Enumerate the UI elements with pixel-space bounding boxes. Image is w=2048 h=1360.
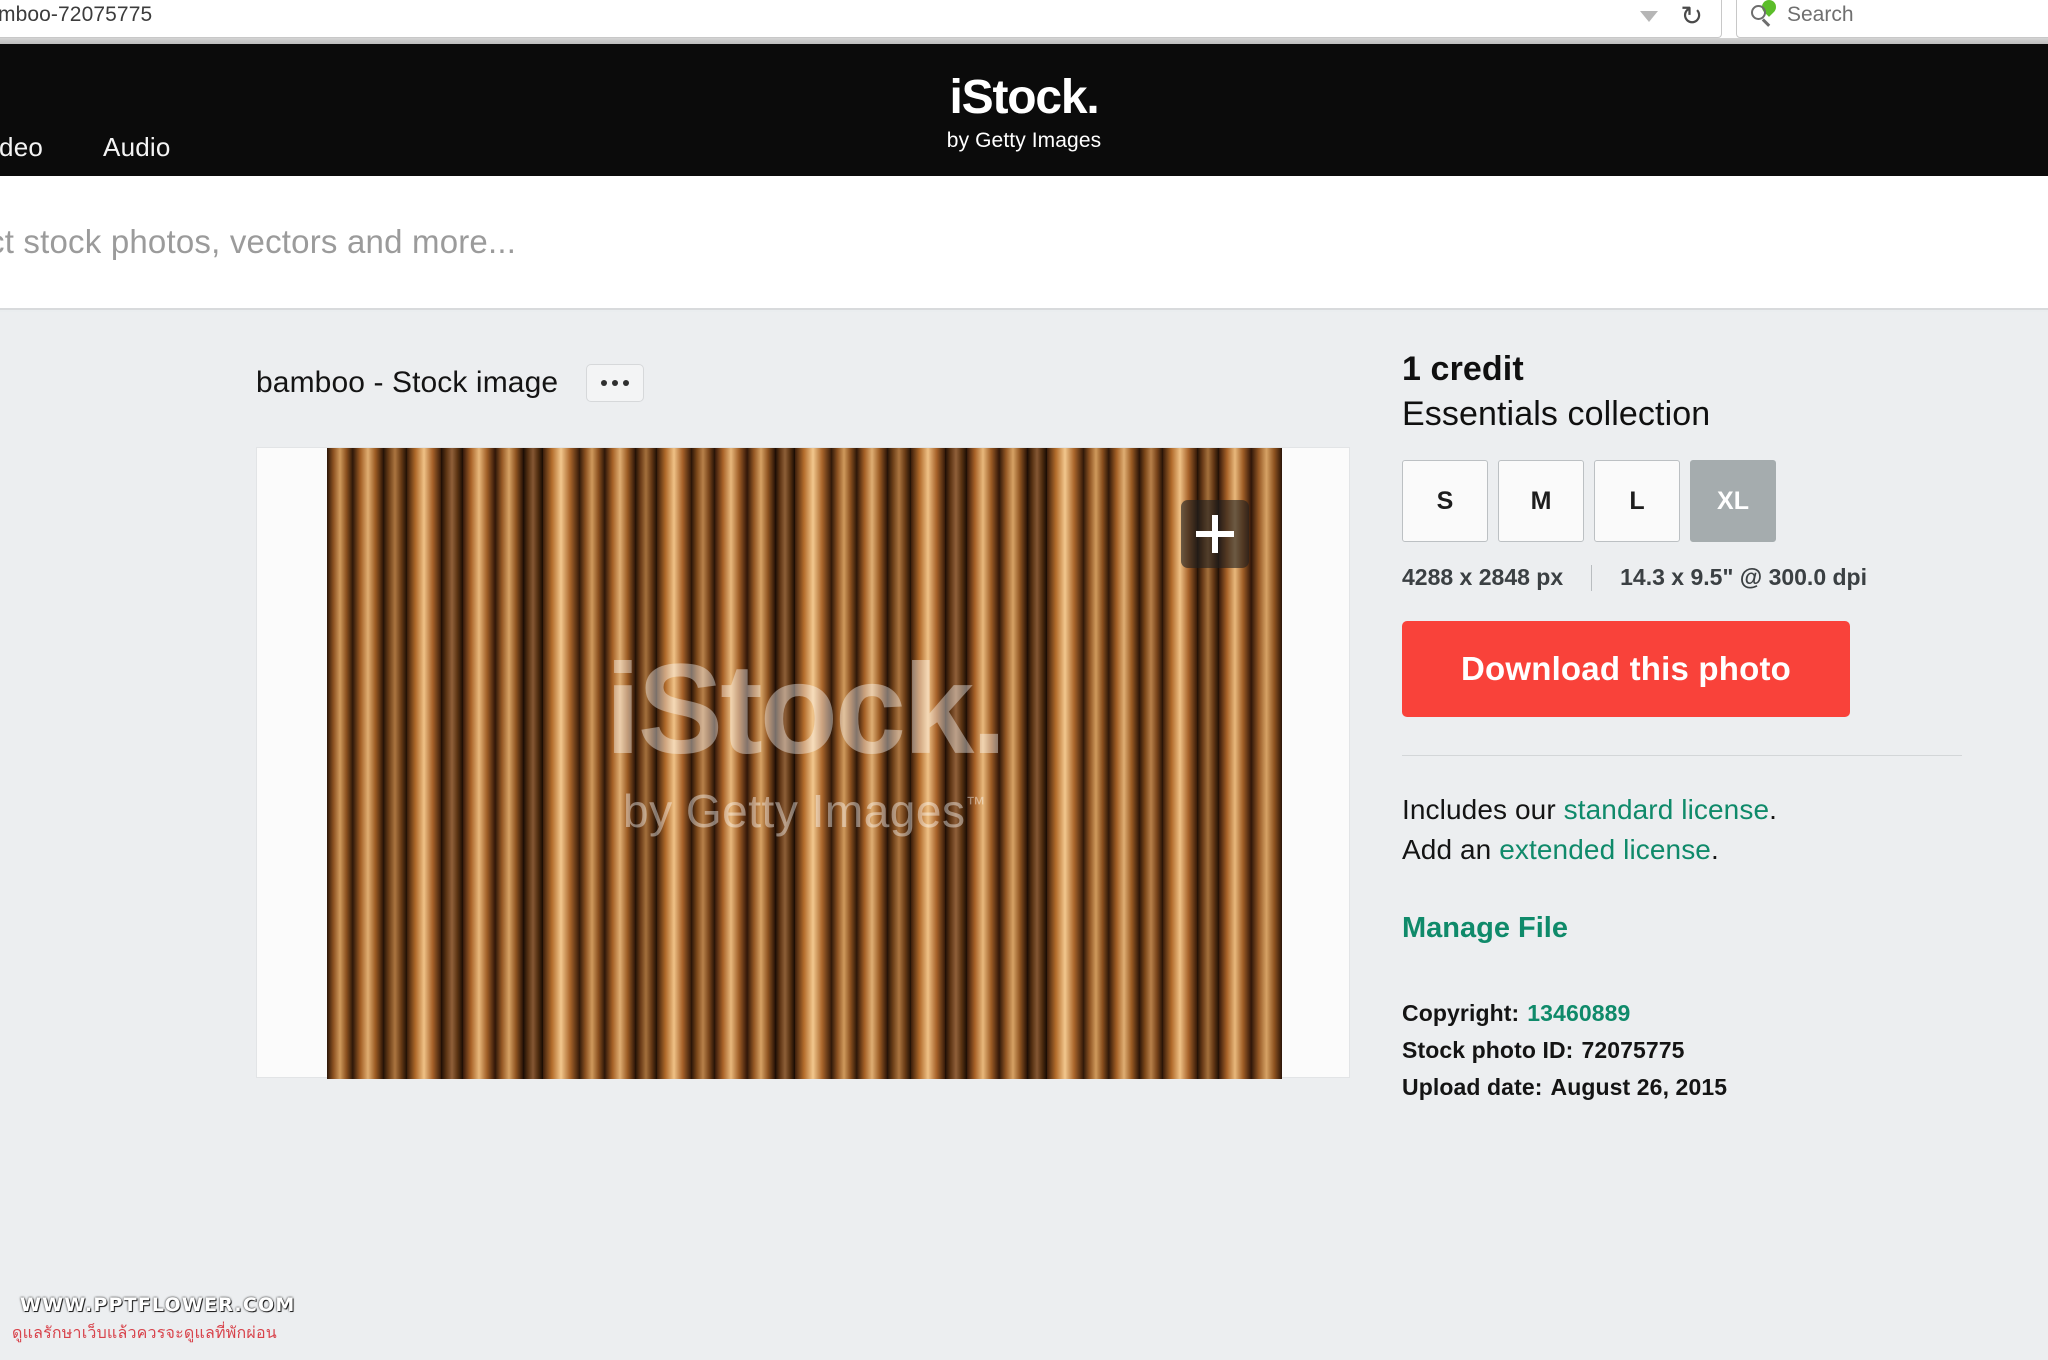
image-preview-panel: iStock. by Getty Images™ — [256, 447, 1350, 1079]
dimensions-pixels: 4288 x 2848 px — [1402, 564, 1564, 590]
extended-license-line: Add an extended license. — [1402, 830, 1962, 870]
url-bar-actions: ↻ — [1640, 0, 1703, 39]
dimensions-row: 4288 x 2848 px 14.3 x 9.5" @ 300.0 dpi — [1402, 564, 1962, 591]
stock-id-value: 72075775 — [1581, 1036, 1685, 1063]
metadata-row-copyright: Copyright: 13460889 — [1402, 995, 1962, 1032]
stock-id-label: Stock photo ID: — [1402, 1036, 1574, 1063]
stock-photo[interactable]: iStock. by Getty Images™ — [327, 448, 1282, 1079]
size-option-s[interactable]: S — [1402, 460, 1488, 542]
pptflower-thai-text: ดูแลรักษาเว็บแล้วควรจะดูแลที่พักผ่อน — [12, 1325, 277, 1342]
dimensions-inches: 14.3 x 9.5" @ 300.0 dpi — [1620, 564, 1867, 590]
copyright-value[interactable]: 13460889 — [1527, 1000, 1630, 1026]
collection-name: Essentials collection — [1402, 395, 1711, 433]
credit-price: 1 credit — [1402, 350, 1524, 388]
metadata-block: Copyright: 13460889 Stock photo ID: 720757… — [1402, 995, 1962, 1107]
chevron-down-icon[interactable] — [1640, 10, 1659, 22]
page-body: bamboo - Stock image iStock. by Getty Im… — [0, 312, 2048, 1360]
manage-file-link[interactable]: Manage File — [1402, 912, 1568, 945]
bamboo-photo-graphic — [327, 448, 1282, 1079]
site-search-bar[interactable]: ct stock photos, vectors and more... — [0, 176, 2048, 310]
standard-license-line: Includes our standard license. — [1402, 790, 1962, 830]
reload-icon[interactable]: ↻ — [1680, 2, 1703, 30]
download-photo-button[interactable]: Download this photo — [1402, 621, 1850, 717]
extended-license-suffix: . — [1711, 833, 1719, 865]
upload-date-value: August 26, 2015 — [1550, 1074, 1728, 1100]
url-text: mboo-72075775 — [0, 3, 153, 26]
browser-chrome: mboo-72075775 ↻ Search — [0, 0, 2048, 38]
size-option-l[interactable]: L — [1594, 460, 1680, 542]
ellipsis-icon — [623, 380, 630, 386]
rail-divider — [1402, 755, 1962, 756]
copyright-label: Copyright: — [1402, 999, 1520, 1026]
pptflower-watermark: WWW.PPTFLOWER.COM ดูแลรักษาเว็บแล้วควรจะ… — [12, 1291, 294, 1346]
upload-date-label: Upload date: — [1402, 1074, 1543, 1100]
purchase-rail: 1 credit Essentials collection S M L XL … — [1402, 350, 1962, 1106]
metadata-row-stock-id: Stock photo ID: 72075775 — [1402, 1032, 1962, 1069]
page-title: bamboo - Stock image — [256, 366, 559, 399]
extended-license-link[interactable]: extended license — [1499, 834, 1711, 865]
pptflower-logo-row: WWW.PPTFLOWER.COM — [12, 1291, 294, 1319]
logo-wordmark: iStock. — [949, 71, 1100, 124]
browser-search-field[interactable]: Search — [1736, 0, 2048, 38]
site-search-placeholder: ct stock photos, vectors and more... — [0, 223, 517, 260]
dimensions-divider — [1591, 564, 1593, 591]
standard-license-link[interactable]: standard license — [1564, 794, 1770, 825]
metadata-row-upload-date: Upload date: August 26, 2015 — [1402, 1069, 1962, 1106]
extended-license-prefix: Add an — [1402, 833, 1500, 865]
license-block: Includes our standard license. Add an ex… — [1402, 790, 1962, 870]
zoom-in-button[interactable] — [1181, 500, 1249, 568]
ellipsis-icon — [612, 380, 619, 386]
title-row: bamboo - Stock image — [256, 364, 645, 402]
size-option-m[interactable]: M — [1498, 460, 1584, 542]
ellipsis-icon — [601, 380, 608, 386]
standard-license-suffix: . — [1769, 794, 1778, 825]
size-selector: S M L XL — [1402, 460, 1962, 542]
pptflower-url: WWW.PPTFLOWER.COM — [20, 1294, 296, 1316]
more-options-button[interactable] — [586, 364, 645, 402]
logo-tagline: by Getty Images — [946, 129, 1102, 152]
search-icon — [1751, 0, 1779, 27]
istock-logo[interactable]: iStock. by Getty Images — [0, 74, 2048, 153]
url-bar[interactable]: mboo-72075775 ↻ — [0, 0, 1722, 38]
size-option-xl[interactable]: XL — [1690, 460, 1776, 542]
browser-search-placeholder: Search — [1787, 3, 1854, 26]
standard-license-prefix: Includes our — [1402, 794, 1564, 825]
site-header: Video Audio iStock. by Getty Images — [0, 44, 2048, 176]
